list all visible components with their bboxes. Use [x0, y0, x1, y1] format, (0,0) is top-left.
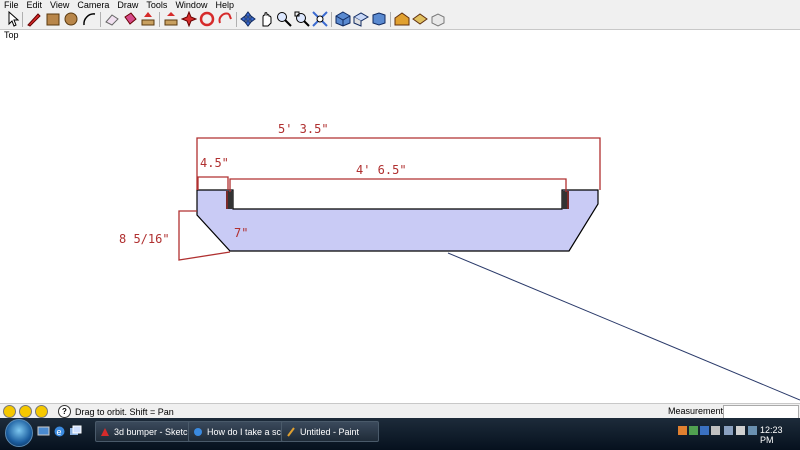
orbit-icon[interactable]: [217, 11, 233, 27]
rotate-icon[interactable]: [181, 11, 197, 27]
help-icon[interactable]: ?: [58, 405, 71, 418]
dimension-height-label: 7": [234, 226, 248, 240]
menu-view[interactable]: View: [46, 0, 73, 10]
dimension-inner-label: 4' 6.5": [356, 163, 407, 177]
status-hint: Drag to orbit. Shift = Pan: [75, 406, 174, 417]
paint-bucket-icon[interactable]: [122, 11, 138, 27]
tray-app-icon[interactable]: [748, 426, 757, 435]
internet-explorer-icon[interactable]: e: [53, 425, 66, 438]
status-bar: ? Drag to orbit. Shift = Pan Measurement…: [0, 403, 800, 419]
taskbar: e 3d bumper - Sketch... How do I take a …: [0, 418, 800, 450]
drawing-canvas[interactable]: 5' 3.5" 4' 6.5" 4.5" 7" 8 5/16": [0, 40, 800, 402]
toolbar-separator: [159, 12, 160, 27]
clock[interactable]: 12:23 PM: [760, 425, 798, 445]
menu-file[interactable]: File: [0, 0, 23, 10]
taskbar-item-label: How do I take a scre...: [207, 426, 284, 437]
zoom-window-icon[interactable]: [294, 11, 310, 27]
hand-icon[interactable]: [258, 11, 274, 27]
menu-draw[interactable]: Draw: [113, 0, 142, 10]
push-pull-icon[interactable]: [140, 11, 156, 27]
zoom-extents-icon[interactable]: [312, 11, 328, 27]
taskbar-item-label: 3d bumper - Sketch...: [114, 426, 190, 437]
credits-icon[interactable]: [19, 405, 32, 418]
start-button[interactable]: [5, 419, 33, 447]
menu-bar: File Edit View Camera Draw Tools Window …: [0, 0, 800, 10]
toolbar-separator: [236, 12, 237, 27]
switch-windows-icon[interactable]: [69, 425, 82, 438]
measurements-input[interactable]: [723, 405, 799, 419]
menu-edit[interactable]: Edit: [23, 0, 47, 10]
arc-icon[interactable]: [81, 11, 97, 27]
tray-app-icon[interactable]: [689, 426, 698, 435]
taskbar-item-label: Untitled - Paint: [300, 426, 360, 437]
toolbar-separator: [100, 12, 101, 27]
pencil-icon[interactable]: [26, 11, 42, 27]
dimension-diagonal-label: 8 5/16": [119, 232, 170, 246]
menu-tools[interactable]: Tools: [142, 0, 171, 10]
taskbar-item-sketchup[interactable]: 3d bumper - Sketch...: [95, 421, 191, 442]
components-icon[interactable]: [430, 11, 446, 27]
toolbar-separator: [390, 12, 391, 27]
blue-axis-line: [447, 252, 800, 401]
zoom-icon[interactable]: [276, 11, 292, 27]
top-view-icon[interactable]: [353, 11, 369, 27]
front-view-icon[interactable]: [371, 11, 387, 27]
system-tray: 12:23 PM: [676, 421, 798, 445]
select-icon[interactable]: [5, 11, 21, 27]
iso-view-icon[interactable]: [335, 11, 351, 27]
pan-icon[interactable]: [240, 11, 256, 27]
dimension-overall-label: 5' 3.5": [278, 122, 329, 136]
eraser-icon[interactable]: [104, 11, 120, 27]
circle-icon[interactable]: [63, 11, 79, 27]
user-icon[interactable]: [35, 405, 48, 418]
toolbar-separator: [22, 12, 23, 27]
offset-icon[interactable]: [199, 11, 215, 27]
bumper-shape: [196, 189, 599, 252]
network-icon[interactable]: [724, 426, 733, 435]
tray-app-icon[interactable]: [711, 426, 720, 435]
measurements-label: Measurements: [668, 406, 728, 416]
svg-text:e: e: [57, 427, 62, 437]
menu-help[interactable]: Help: [211, 0, 238, 10]
dimension-inner-line: [229, 178, 567, 192]
rectangle-icon[interactable]: [45, 11, 61, 27]
show-desktop-icon[interactable]: [37, 425, 50, 438]
toolbar: [0, 10, 800, 30]
dimension-end-label: 4.5": [200, 156, 229, 170]
paint-icon: [287, 426, 295, 437]
tray-app-icon[interactable]: [678, 426, 687, 435]
taskbar-item-paint[interactable]: Untitled - Paint: [281, 421, 379, 442]
move-icon[interactable]: [163, 11, 179, 27]
sketchup-icon: [101, 427, 109, 436]
browser-icon: [194, 427, 202, 436]
menu-camera[interactable]: Camera: [73, 0, 113, 10]
geo-location-icon[interactable]: [3, 405, 16, 418]
taskbar-item-browser[interactable]: How do I take a scre...: [188, 421, 284, 442]
share-model-icon[interactable]: [412, 11, 428, 27]
dimension-end-line: [197, 176, 229, 190]
tray-app-icon[interactable]: [700, 426, 709, 435]
volume-icon[interactable]: [736, 426, 745, 435]
view-label: Top: [4, 30, 19, 40]
warehouse-icon[interactable]: [394, 11, 410, 27]
toolbar-separator: [331, 12, 332, 27]
menu-window[interactable]: Window: [171, 0, 211, 10]
